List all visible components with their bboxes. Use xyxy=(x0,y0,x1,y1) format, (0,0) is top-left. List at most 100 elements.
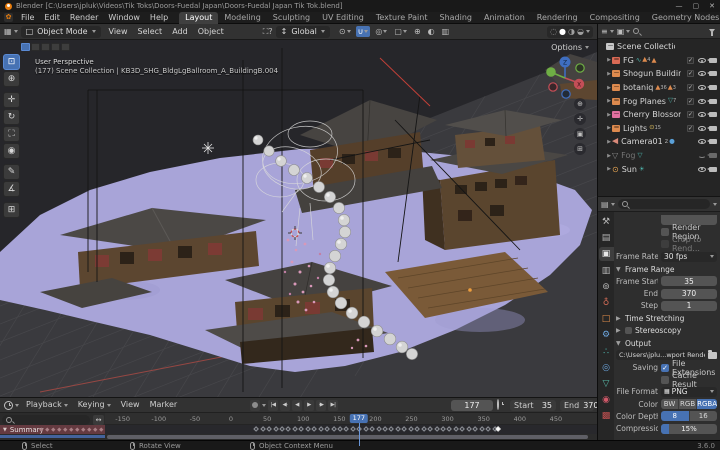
show-gizmo-icon[interactable]: ⊕ xyxy=(412,26,423,37)
keyframe[interactable] xyxy=(479,426,485,432)
timeline-menu-view[interactable]: View xyxy=(116,399,145,411)
keyframe[interactable] xyxy=(395,426,401,432)
shading-material-preview-button[interactable]: ◑ xyxy=(568,27,575,36)
workspace-tab-uv-editing[interactable]: UV Editing xyxy=(316,12,370,24)
camera-view-icon[interactable]: ▣ xyxy=(574,128,586,140)
hide-eye-icon[interactable] xyxy=(698,71,706,76)
properties-tab-texture[interactable]: ▩ xyxy=(599,409,614,423)
cache-result-checkbox[interactable] xyxy=(661,376,669,384)
hide-eye-closed-icon[interactable] xyxy=(698,153,706,158)
editor-type-button[interactable] xyxy=(4,401,19,410)
keyframe[interactable] xyxy=(363,426,369,432)
tool-annotate[interactable]: ✎ xyxy=(3,164,20,180)
disable-render-icon[interactable] xyxy=(709,139,717,144)
search-icon[interactable] xyxy=(633,28,639,34)
outliner-row-sun[interactable]: ▶⊙Sun☀ xyxy=(598,162,720,176)
close-button[interactable]: ✕ xyxy=(709,0,715,12)
outliner-row-lights[interactable]: ▶Lights⊙15✓ xyxy=(598,122,720,136)
properties-tab-object-data[interactable]: ▽ xyxy=(599,377,614,391)
chevron-down-icon[interactable] xyxy=(262,404,266,407)
outliner-row-scene-collection[interactable]: Scene Collection xyxy=(598,40,720,54)
keyframe[interactable] xyxy=(279,426,285,432)
stereoscopy-checkbox[interactable] xyxy=(625,327,632,334)
current-frame-field[interactable]: 177 xyxy=(451,400,493,411)
use-preview-range-button[interactable] xyxy=(497,400,499,409)
jump-to-end-button[interactable]: ▶| xyxy=(328,400,338,411)
shading-solid-button[interactable]: ● xyxy=(559,27,566,36)
tool-scale[interactable]: ⛶ xyxy=(3,126,20,142)
timeline-scrollbar[interactable] xyxy=(107,435,588,439)
keyframe[interactable] xyxy=(292,426,298,432)
disable-render-icon[interactable] xyxy=(709,167,717,172)
exclude-checkbox[interactable]: ✓ xyxy=(687,70,694,77)
keyframe[interactable] xyxy=(253,426,259,432)
outliner-row-fg[interactable]: ▶FG∿▲4▲✓ xyxy=(598,54,720,68)
summary-channel[interactable]: ▼Summary xyxy=(0,425,105,434)
playhead[interactable] xyxy=(359,423,360,446)
orientation-dropdown[interactable]: ↕Global xyxy=(276,26,330,38)
workspace-tab-rendering[interactable]: Rendering xyxy=(531,12,584,24)
current-frame-badge[interactable]: 177 xyxy=(350,414,368,423)
properties-tab-tool[interactable]: ⚒ xyxy=(599,215,614,229)
keyframe[interactable] xyxy=(434,426,440,432)
timeline-ruler[interactable]: -150-100-5005010015020025030035040045017… xyxy=(105,413,597,425)
viewport-menu-view[interactable]: View xyxy=(104,26,133,38)
keyframe[interactable] xyxy=(389,426,395,432)
compression-slider[interactable]: 15% xyxy=(661,424,717,434)
keyframe[interactable] xyxy=(298,426,304,432)
properties-tab-particles[interactable]: ∴ xyxy=(599,345,614,359)
keyframe[interactable] xyxy=(414,426,420,432)
timeline-keyframe-track[interactable] xyxy=(105,425,597,434)
timeline-menu-keying[interactable]: Keying xyxy=(73,399,116,411)
keyframe[interactable] xyxy=(344,426,350,432)
exclude-checkbox[interactable]: ✓ xyxy=(687,84,694,91)
filter-collection-button[interactable]: ▣ xyxy=(617,27,631,36)
expand-channels-button[interactable]: ↔ xyxy=(93,415,104,425)
properties-tab-world[interactable]: ♁ xyxy=(599,296,614,310)
snap-magnet-icon[interactable]: ∪ xyxy=(356,26,371,37)
filter-funnel-icon[interactable] xyxy=(709,29,715,33)
show-overlays-icon[interactable]: ◐ xyxy=(426,26,437,37)
workspace-tab-shading[interactable]: Shading xyxy=(433,12,478,24)
timeline-menu-playback[interactable]: Playback xyxy=(21,399,73,411)
keyframe[interactable] xyxy=(453,426,459,432)
menu-file[interactable]: File xyxy=(16,12,39,24)
menu-help[interactable]: Help xyxy=(145,12,173,24)
disable-render-icon[interactable] xyxy=(709,58,717,63)
properties-tab-modifiers[interactable]: ⚙ xyxy=(599,328,614,342)
outliner-row-botaniq[interactable]: ▶botaniq▲36▲3✓ xyxy=(598,81,720,95)
shading-rendered-button[interactable]: ◒ xyxy=(577,27,584,36)
tool-measure[interactable]: ∡ xyxy=(3,181,20,197)
maximize-button[interactable]: ▢ xyxy=(693,0,700,12)
blender-app-menu-icon[interactable]: ✿ xyxy=(4,13,13,22)
outliner-row-camera01[interactable]: ▶▶Camera01z● xyxy=(598,135,720,149)
time-stretching-section-header[interactable]: ▶Time Stretching xyxy=(616,312,717,325)
object-visibility-icon[interactable]: ▢ xyxy=(392,26,409,37)
chevron-down-icon[interactable] xyxy=(713,203,717,206)
frame-start-field[interactable]: 35 xyxy=(661,276,717,286)
keyframe[interactable] xyxy=(440,426,446,432)
workspace-tab-modeling[interactable]: Modeling xyxy=(218,12,266,24)
play-reverse-button[interactable]: ◀ xyxy=(292,400,302,411)
properties-tab-output[interactable]: ▣ xyxy=(599,247,614,261)
outliner-row-fog-planes[interactable]: ▶Fog Planes▽7✓ xyxy=(598,94,720,108)
disable-render-icon[interactable] xyxy=(709,112,717,117)
properties-tab-material[interactable]: ◉ xyxy=(599,393,614,407)
output-section-header[interactable]: ▼Output xyxy=(616,337,717,350)
workspace-tab-animation[interactable]: Animation xyxy=(478,12,531,24)
hide-eye-icon[interactable] xyxy=(698,167,706,172)
select-mode-option-1[interactable] xyxy=(21,43,30,51)
workspace-tab-geometry-nodes[interactable]: Geometry Nodes xyxy=(646,12,720,24)
pivot-point-icon[interactable]: ⊙ xyxy=(337,26,353,37)
properties-tab-render[interactable]: ▤ xyxy=(599,231,614,245)
minimize-button[interactable]: — xyxy=(676,0,683,12)
frame-rate-dropdown[interactable]: 30 fps xyxy=(661,252,717,262)
timeline-menu-marker[interactable]: Marker xyxy=(145,399,183,411)
navigation-gizmo[interactable]: Z X xyxy=(543,54,587,100)
keyframe[interactable] xyxy=(447,426,453,432)
keyframe[interactable] xyxy=(273,426,279,432)
menu-window[interactable]: Window xyxy=(103,12,145,24)
pan-hand-icon[interactable]: ✛ xyxy=(574,113,586,125)
select-mode-option-5[interactable] xyxy=(61,43,70,51)
shading-wireframe-button[interactable]: ◌ xyxy=(550,27,557,36)
